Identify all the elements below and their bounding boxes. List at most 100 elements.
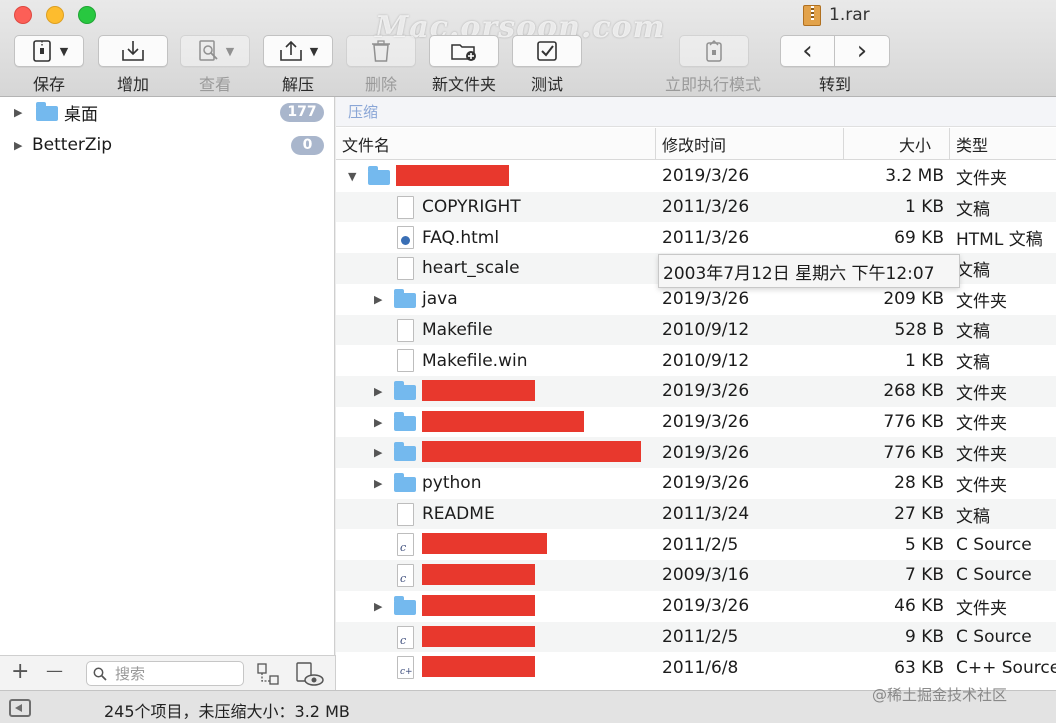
redacted-filename — [422, 594, 535, 616]
new-folder-label: 新文件夹 — [431, 75, 496, 94]
modified-date: 2019/3/26 — [662, 596, 750, 617]
disclosure-triangle-icon[interactable]: ▶ — [374, 416, 382, 429]
close-window-button[interactable] — [14, 6, 32, 24]
file-size: 1 KB — [904, 350, 944, 371]
table-row[interactable]: ▼ 2019/3/26 3.2 MB 文件夹 — [336, 161, 1056, 192]
redacted-filename — [422, 379, 535, 401]
disclosure-triangle-icon[interactable]: ▶ — [374, 293, 382, 306]
modified-date: 2019/3/26 — [662, 473, 750, 494]
table-row[interactable]: c+ 2011/6/8 63 KB C++ Source — [336, 652, 1056, 683]
file-name: Makefile — [422, 319, 493, 340]
table-row[interactable]: ▶ 2019/3/26 776 KB 文件夹 — [336, 437, 1056, 468]
table-row[interactable]: ▶ 2019/3/26 46 KB 文件夹 — [336, 591, 1056, 622]
table-row[interactable]: c 2011/2/5 9 KB C Source — [336, 621, 1056, 653]
column-header-name[interactable]: 文件名 — [336, 128, 656, 160]
disclosure-triangle-icon[interactable]: ▶ — [14, 106, 22, 119]
view-button[interactable]: ▼ — [180, 35, 250, 67]
trash-icon — [372, 40, 390, 62]
c-source-file-icon: c — [397, 533, 414, 557]
disclosure-triangle-icon[interactable]: ▶ — [14, 139, 22, 152]
html-file-icon — [397, 226, 414, 250]
redacted-filename — [422, 441, 641, 463]
file-size: 528 B — [894, 319, 944, 340]
preview-eye-icon[interactable] — [294, 661, 326, 687]
immediate-mode-button[interactable] — [679, 35, 749, 67]
file-size: 63 KB — [894, 657, 944, 678]
minimize-window-button[interactable] — [46, 6, 64, 24]
file-kind: 文件夹 — [956, 598, 1007, 619]
file-size: 28 KB — [894, 473, 944, 494]
zoom-window-button[interactable] — [78, 6, 96, 24]
checkmark-box-icon — [537, 41, 557, 61]
redacted-filename — [422, 564, 535, 586]
file-size: 776 KB — [883, 411, 944, 432]
sidebar: ▶ 桌面 177 ▶ BetterZip 0 — [0, 97, 335, 655]
column-header-kind[interactable]: 类型 — [950, 128, 1056, 160]
view-label: 查看 — [198, 75, 231, 94]
folder-icon — [394, 595, 416, 615]
toggle-sidebar-icon[interactable] — [9, 699, 31, 717]
extract-label: 解压 — [281, 75, 314, 94]
credit-watermark: @稀土掘金技术社区 — [872, 686, 1008, 704]
modified-date: 2019/3/26 — [662, 381, 750, 402]
remove-location-button[interactable]: — — [46, 661, 63, 681]
immediate-mode-label: 立即执行模式 — [664, 75, 761, 94]
extract-button[interactable]: ▼ — [263, 35, 333, 67]
table-row[interactable]: Makefile.win 2010/9/12 1 KB 文稿 — [336, 345, 1056, 376]
table-row[interactable]: c 2009/3/16 7 KB C Source — [336, 560, 1056, 591]
item-count-badge: 177 — [280, 102, 324, 122]
sidebar-item-betterzip[interactable]: ▶ BetterZip 0 — [0, 130, 335, 160]
folder-icon — [394, 442, 416, 462]
disclosure-triangle-icon[interactable]: ▶ — [374, 477, 382, 490]
table-row[interactable]: README 2011/3/24 27 KB 文稿 — [336, 498, 1056, 530]
quick-look-icon — [199, 40, 218, 61]
table-row[interactable]: FAQ.html 2011/3/26 69 KB HTML 文稿 — [336, 222, 1056, 253]
file-kind: 文稿 — [956, 199, 990, 220]
folder-icon — [394, 288, 416, 308]
test-button[interactable] — [512, 35, 582, 67]
redacted-filename — [422, 656, 535, 678]
delete-button[interactable] — [346, 35, 416, 67]
folder-icon — [394, 411, 416, 431]
file-kind: 文件夹 — [956, 414, 1007, 435]
file-size: 776 KB — [883, 442, 944, 463]
forward-button[interactable]: › — [835, 36, 889, 66]
disclosure-triangle-icon[interactable]: ▶ — [374, 446, 382, 459]
file-kind: 文稿 — [956, 322, 990, 343]
save-label: 保存 — [32, 75, 65, 94]
file-name: java — [422, 289, 458, 310]
file-kind: C Source — [956, 626, 1032, 647]
file-kind: 文件夹 — [956, 475, 1007, 496]
sidebar-item-desktop[interactable]: ▶ 桌面 177 — [0, 97, 335, 127]
disclosure-triangle-icon[interactable]: ▶ — [374, 385, 382, 398]
table-row[interactable]: ▶ 2019/3/26 776 KB 文件夹 — [336, 407, 1056, 438]
file-name: README — [422, 504, 495, 525]
table-row[interactable]: ▶ 2019/3/26 268 KB 文件夹 — [336, 375, 1056, 407]
add-to-archive-icon — [122, 41, 144, 61]
path-bar: 压缩 — [336, 97, 1056, 127]
archive-icon — [803, 4, 821, 26]
search-field[interactable]: 搜索 — [86, 661, 244, 686]
status-text: 245个项目，未压缩大小：3.2 MB — [104, 702, 350, 721]
table-row[interactable]: ▶ python 2019/3/26 28 KB 文件夹 — [336, 468, 1056, 499]
column-header-size[interactable]: 大小 — [844, 128, 950, 160]
path-bar-segment[interactable]: 压缩 — [348, 101, 378, 122]
table-row[interactable]: ▶ java 2019/3/26 209 KB 文件夹 — [336, 284, 1056, 315]
goto-segmented-control: ‹ › — [780, 35, 890, 67]
document-icon — [397, 257, 414, 281]
modified-date: 2010/9/12 — [662, 319, 750, 340]
back-button[interactable]: ‹ — [781, 36, 836, 66]
column-options-icon[interactable] — [256, 662, 282, 686]
new-folder-button[interactable] — [429, 35, 499, 67]
disclosure-triangle-icon[interactable]: ▶ — [374, 600, 382, 613]
column-header-modified[interactable]: 修改时间 — [656, 128, 844, 160]
disclosure-triangle-icon[interactable]: ▼ — [348, 170, 356, 183]
file-size: 209 KB — [883, 289, 944, 310]
table-row[interactable]: c 2011/2/5 5 KB C Source — [336, 529, 1056, 560]
add-location-button[interactable]: + — [11, 659, 29, 684]
save-button[interactable]: ▼ — [14, 35, 84, 67]
table-row[interactable]: COPYRIGHT 2011/3/26 1 KB 文稿 — [336, 191, 1056, 223]
add-button[interactable] — [98, 35, 168, 67]
table-row[interactable]: Makefile 2010/9/12 528 B 文稿 — [336, 314, 1056, 346]
c-source-file-icon: c — [397, 564, 414, 588]
